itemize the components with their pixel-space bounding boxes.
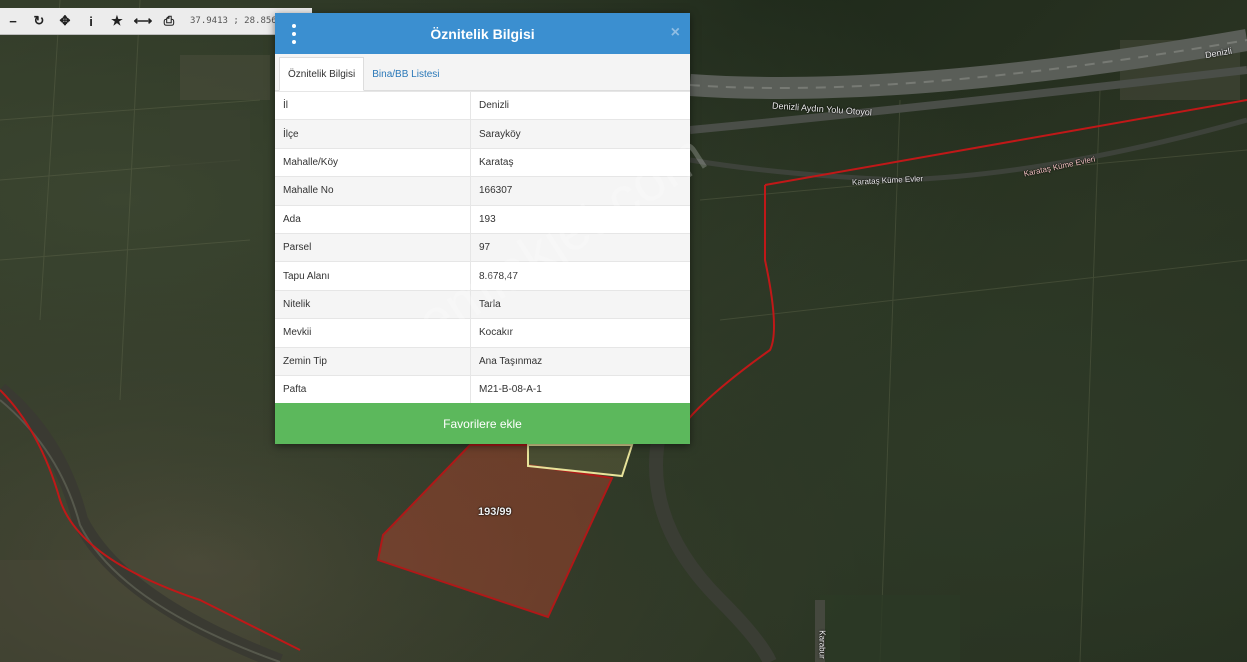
map-toolbar: − ↻ ✥ i ★ ⟷ ⎙ 37.9413 ; 28.8563 bbox=[0, 8, 312, 35]
attribute-value: 193 bbox=[470, 204, 690, 234]
attribute-key: Mahalle No bbox=[275, 176, 471, 206]
table-row: İlçe Sarayköy bbox=[275, 119, 690, 149]
add-favorite-button[interactable]: Favorilere ekle bbox=[275, 403, 690, 445]
attribute-value: Sarayköy bbox=[470, 119, 690, 149]
attribute-value: Ana Taşınmaz bbox=[470, 346, 690, 376]
attribute-value: Kocakır bbox=[470, 318, 690, 348]
table-row: Tapu Alanı 8.678,47 bbox=[275, 261, 690, 291]
attribute-value: Tarla bbox=[470, 289, 690, 319]
attribute-value: 8.678,47 bbox=[470, 261, 690, 291]
tab-building-list[interactable]: Bina/BB Listesi bbox=[364, 58, 447, 90]
move-icon[interactable]: ✥ bbox=[52, 8, 78, 34]
print-icon[interactable]: ⎙ bbox=[156, 8, 182, 34]
dialog-tabs: Öznitelik Bilgisi Bina/BB Listesi bbox=[275, 54, 690, 91]
attribute-key: Mahalle/Köy bbox=[275, 147, 471, 177]
table-row: Mahalle/Köy Karataş bbox=[275, 147, 690, 177]
attribute-key: İlçe bbox=[275, 119, 471, 149]
attribute-key: Mevkii bbox=[275, 318, 471, 348]
refresh-icon[interactable]: ↻ bbox=[26, 8, 52, 34]
road-vertical-label: Karabur bbox=[817, 630, 827, 659]
attribute-key: Parsel bbox=[275, 232, 471, 262]
attribute-key: İl bbox=[275, 90, 471, 120]
attribute-value: Denizli bbox=[470, 90, 690, 120]
table-row: İl Denizli bbox=[275, 90, 690, 120]
attribute-key: Zemin Tip bbox=[275, 346, 471, 376]
table-row: Parsel 97 bbox=[275, 232, 690, 262]
table-row: Mevkii Kocakır bbox=[275, 318, 690, 348]
attribute-value: Karataş bbox=[470, 147, 690, 177]
minus-icon[interactable]: − bbox=[0, 8, 26, 34]
kebab-menu-icon[interactable] bbox=[289, 24, 299, 44]
attribute-key: Ada bbox=[275, 204, 471, 234]
attribute-key: Tapu Alanı bbox=[275, 261, 471, 291]
coordinates-readout: 37.9413 ; 28.8563 bbox=[190, 16, 283, 26]
attribute-value: 166307 bbox=[470, 176, 690, 206]
attribute-table: İl Denizli İlçe Sarayköy Mahalle/Köy Karataş M… bbox=[275, 90, 690, 404]
table-row: Zemin Tip Ana Taşınmaz bbox=[275, 346, 690, 376]
attribute-key: Nitelik bbox=[275, 289, 471, 319]
attribute-value: M21-B-08-A-1 bbox=[470, 374, 690, 404]
tab-attributes[interactable]: Öznitelik Bilgisi bbox=[279, 57, 365, 91]
dialog-header: Öznitelik Bilgisi × bbox=[275, 13, 690, 54]
star-icon[interactable]: ★ bbox=[104, 8, 130, 34]
parcel-label: 193/99 bbox=[478, 506, 512, 518]
info-icon[interactable]: i bbox=[78, 8, 104, 34]
close-icon[interactable]: × bbox=[671, 24, 680, 42]
attribute-value: 97 bbox=[470, 232, 690, 262]
dialog-title: Öznitelik Bilgisi bbox=[430, 25, 535, 42]
table-row: Nitelik Tarla bbox=[275, 289, 690, 319]
table-row: Mahalle No 166307 bbox=[275, 176, 690, 206]
attribute-dialog: Öznitelik Bilgisi × Öznitelik Bilgisi Bi… bbox=[275, 13, 690, 445]
attribute-key: Pafta bbox=[275, 374, 471, 404]
table-row: Pafta M21-B-08-A-1 bbox=[275, 374, 690, 404]
measure-icon[interactable]: ⟷ bbox=[130, 8, 156, 34]
table-row: Ada 193 bbox=[275, 204, 690, 234]
